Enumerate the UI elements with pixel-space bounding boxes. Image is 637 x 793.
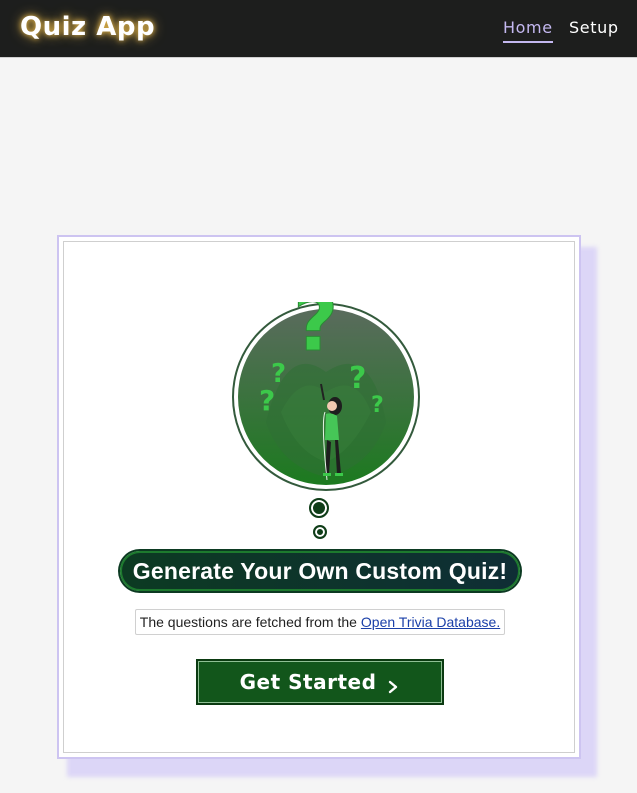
decorative-dot-large — [309, 498, 329, 518]
open-trivia-database-link[interactable]: Open Trivia Database. — [361, 614, 500, 630]
nav-link-home[interactable]: Home — [503, 18, 553, 43]
intro-card-inner: ? ? ? ? ? Generate Your Own Custom Quiz! — [63, 241, 575, 753]
svg-text:?: ? — [349, 361, 366, 396]
source-info-box: The questions are fetched from the Open … — [135, 609, 505, 635]
svg-text:?: ? — [371, 393, 384, 418]
chevron-right-icon — [386, 675, 400, 694]
question-marks-person-illustration: ? ? ? ? ? — [232, 279, 420, 491]
get-started-label: Get Started — [239, 670, 377, 694]
headline-text: Generate Your Own Custom Quiz! — [132, 557, 508, 584]
svg-text:?: ? — [293, 302, 338, 369]
navbar: Quiz App Home Setup — [0, 0, 637, 58]
get-started-button[interactable]: Get Started — [196, 659, 444, 705]
intro-card: ? ? ? ? ? Generate Your Own Custom Quiz! — [57, 235, 581, 759]
svg-text:?: ? — [259, 384, 275, 417]
nav-link-setup[interactable]: Setup — [569, 18, 619, 37]
headline-pill: Generate Your Own Custom Quiz! — [120, 551, 520, 591]
hero-illustration: ? ? ? ? ? — [231, 279, 421, 492]
source-info-text: The questions are fetched from the — [139, 614, 357, 630]
brand-logo-text[interactable]: Quiz App — [20, 12, 155, 42]
decorative-dot-small — [313, 525, 327, 539]
